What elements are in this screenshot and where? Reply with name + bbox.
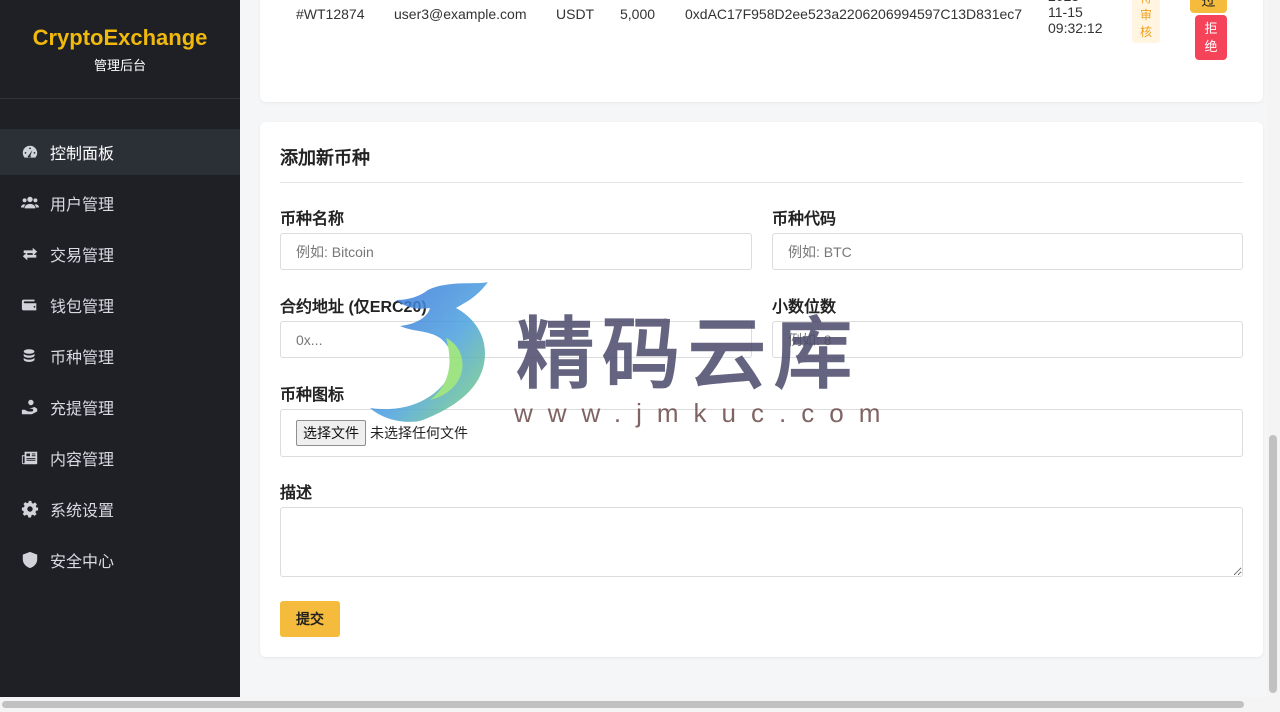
vertical-scrollbar[interactable] — [1267, 0, 1280, 697]
sidebar-item-security[interactable]: 安全中心 — [0, 537, 240, 583]
choose-file-button[interactable]: 选择文件 — [296, 420, 366, 446]
decimals-label: 小数位数 — [772, 299, 837, 316]
add-coin-form-card: 添加新币种 币种名称 币种代码 合约地址 (仅ERC20) 小数位数 币种图标 … — [260, 122, 1263, 657]
sidebar-item-label: 用户管理 — [50, 197, 115, 214]
exchange-icon — [20, 244, 40, 264]
coin-code-label: 币种代码 — [772, 211, 837, 228]
brand-subtitle: 管理后台 — [93, 57, 146, 73]
table-row: #WT12874 user3@example.com USDT 5,000 0x… — [260, 0, 1263, 80]
coin-icon-file-input: 选择文件 未选择任何文件 — [280, 409, 1243, 457]
gear-icon — [20, 499, 40, 519]
sidebar-item-dashboard[interactable]: 控制面板 — [0, 129, 240, 175]
withdrawal-time: 2023- 11-15 09:32:12 — [1048, 0, 1103, 36]
withdrawal-coin: USDT — [556, 6, 595, 22]
sidebar-item-label: 钱包管理 — [50, 299, 115, 316]
withdrawal-user: user3@example.com — [394, 6, 527, 22]
sidebar-item-label: 控制面板 — [50, 146, 115, 163]
reject-button[interactable]: 拒 绝 — [1195, 15, 1227, 60]
form-divider — [280, 182, 1243, 183]
brand: CryptoExchange 管理后台 — [0, 0, 240, 99]
file-status-text: 未选择任何文件 — [370, 425, 468, 441]
sidebar-item-trades[interactable]: 交易管理 — [0, 231, 240, 277]
coin-name-label: 币种名称 — [280, 211, 345, 228]
sidebar-item-content[interactable]: 内容管理 — [0, 435, 240, 481]
coin-icon-label: 币种图标 — [280, 387, 345, 404]
status-badge: 待 审 核 — [1132, 0, 1160, 43]
withdrawal-table-card: #WT12874 user3@example.com USDT 5,000 0x… — [260, 0, 1263, 102]
coin-name-input[interactable] — [280, 233, 752, 270]
users-icon — [20, 193, 40, 213]
wallet-icon — [20, 295, 40, 315]
coins-icon — [20, 346, 40, 366]
vertical-scrollbar-thumb[interactable] — [1269, 435, 1277, 693]
sidebar-item-label: 交易管理 — [50, 248, 115, 265]
coin-code-input[interactable] — [772, 233, 1243, 270]
sidebar-item-label: 充提管理 — [50, 401, 115, 418]
description-textarea[interactable] — [280, 507, 1243, 577]
dashboard-icon — [20, 142, 40, 162]
sidebar-item-label: 系统设置 — [50, 503, 115, 520]
withdrawal-address: 0xdAC17F958D2ee523a2206206994597C13D831e… — [685, 6, 1023, 22]
sidebar-item-wallets[interactable]: 钱包管理 — [0, 282, 240, 328]
sidebar-item-label: 币种管理 — [50, 350, 115, 367]
withdrawal-amount: 5,000 — [620, 6, 656, 22]
sidebar-item-label: 内容管理 — [50, 452, 115, 469]
sidebar: CryptoExchange 管理后台 控制面板 用户管理 交易管理 钱包管理 … — [0, 0, 240, 697]
form-title: 添加新币种 — [280, 148, 370, 168]
shield-icon — [20, 550, 40, 570]
submit-button[interactable]: 提交 — [280, 601, 340, 637]
contract-address-input[interactable] — [280, 321, 752, 358]
contract-address-label: 合约地址 (仅ERC20) — [280, 299, 427, 316]
main-content: #WT12874 user3@example.com USDT 5,000 0x… — [240, 0, 1267, 697]
approve-button[interactable]: 过 — [1190, 0, 1227, 13]
sidebar-item-settings[interactable]: 系统设置 — [0, 486, 240, 532]
newspaper-icon — [20, 448, 40, 468]
horizontal-scrollbar[interactable] — [0, 697, 1280, 712]
hand-coin-icon — [20, 397, 40, 417]
sidebar-item-users[interactable]: 用户管理 — [0, 180, 240, 226]
decimals-input[interactable] — [772, 321, 1243, 358]
withdrawal-id: #WT12874 — [296, 6, 365, 22]
horizontal-scrollbar-thumb[interactable] — [2, 701, 1244, 708]
sidebar-nav: 控制面板 用户管理 交易管理 钱包管理 币种管理 充提管理 内容管理 系统设置 — [0, 129, 240, 583]
sidebar-item-coins[interactable]: 币种管理 — [0, 333, 240, 379]
brand-title: CryptoExchange — [32, 24, 208, 50]
description-label: 描述 — [280, 485, 313, 502]
sidebar-item-deposits[interactable]: 充提管理 — [0, 384, 240, 430]
sidebar-item-label: 安全中心 — [50, 554, 115, 571]
